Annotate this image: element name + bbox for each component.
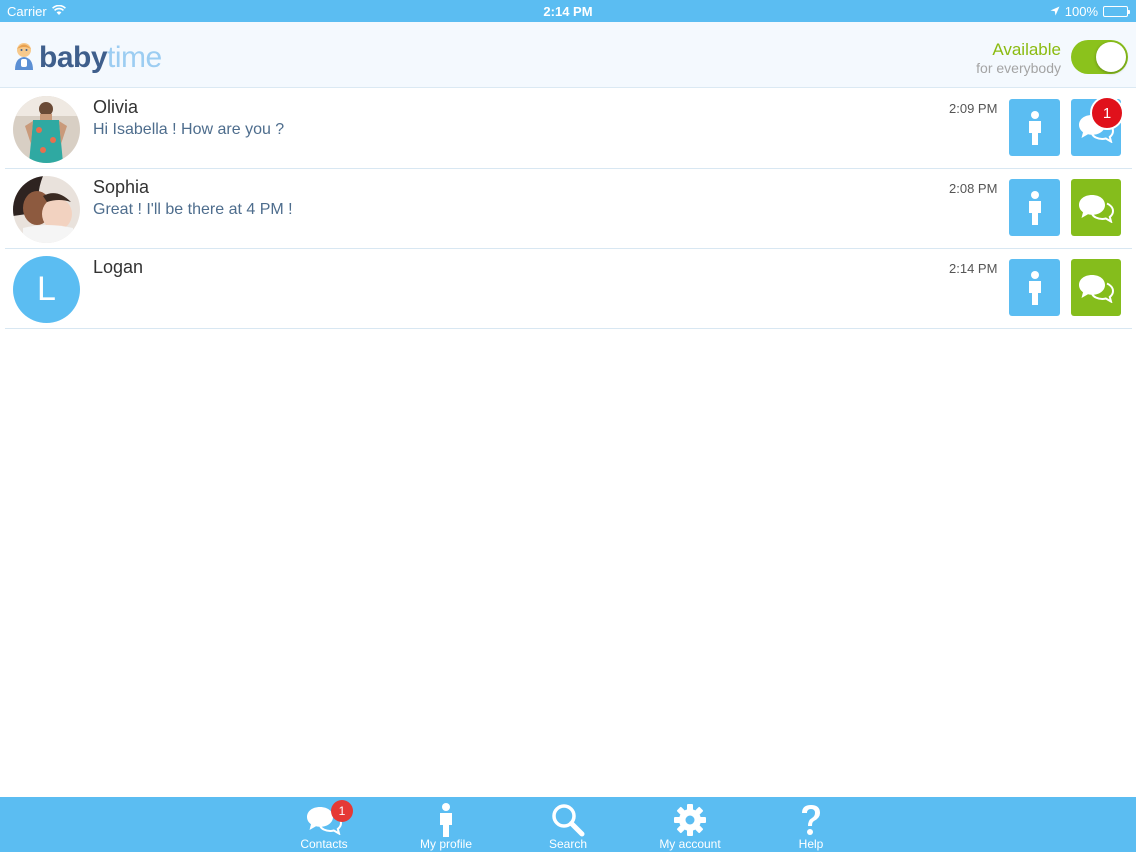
tab-search[interactable]: Search (513, 797, 623, 852)
app-screen: Carrier 2:14 PM 100% babytime Available … (0, 0, 1136, 852)
open-chat-button[interactable] (1071, 179, 1121, 236)
tab-my-profile[interactable]: My profile (391, 797, 501, 852)
gear-icon (670, 801, 710, 839)
avatar-initial: L (37, 270, 56, 308)
tab-bar: 1 Contacts My profile Search My account … (0, 797, 1136, 852)
availability-subtitle: for everybody (976, 60, 1061, 76)
message-time: 2:14 PM (949, 261, 998, 276)
view-profile-button[interactable] (1009, 99, 1060, 156)
contacts-unread-badge: 1 (331, 800, 353, 822)
availability-toggle[interactable] (1071, 40, 1128, 74)
contact-name: Olivia (93, 97, 139, 117)
availability-status: Available for everybody (976, 40, 1061, 76)
conversation-list: Olivia Hi Isabella ! How are you ? 2:09 … (0, 89, 1136, 329)
last-message: Great ! I'll be there at 4 PM ! (93, 201, 293, 218)
chat-bubbles-icon (1079, 274, 1114, 303)
tab-my-account[interactable]: My account (635, 797, 745, 852)
tab-contacts[interactable]: 1 Contacts (269, 797, 379, 852)
help-icon (791, 801, 831, 839)
message-time: 2:09 PM (949, 101, 998, 116)
avatar-photo-icon (13, 176, 80, 243)
status-right: 100% (1050, 4, 1130, 19)
person-icon (426, 801, 466, 839)
message-time: 2:08 PM (949, 181, 998, 196)
tab-label: Help (798, 837, 824, 851)
tab-help[interactable]: Help (756, 797, 866, 852)
avatar[interactable] (13, 96, 80, 163)
battery-percent: 100% (1064, 4, 1098, 19)
tab-label: My account (659, 837, 721, 851)
conversation-row[interactable]: Olivia Hi Isabella ! How are you ? 2:09 … (5, 89, 1132, 169)
baby-logo-icon (12, 41, 36, 76)
logo-wordmark: babytime (39, 40, 162, 76)
avatar[interactable] (13, 176, 80, 243)
open-chat-button[interactable] (1071, 259, 1121, 316)
logo-word-baby: baby (39, 41, 108, 74)
status-bar: Carrier 2:14 PM 100% (0, 0, 1136, 22)
contact-name: Logan (93, 257, 144, 277)
tab-label: My profile (419, 837, 472, 851)
location-arrow-icon (1050, 4, 1060, 19)
toggle-knob (1096, 42, 1126, 72)
avatar[interactable]: L (13, 256, 80, 323)
avatar-photo-icon (13, 96, 80, 163)
view-profile-button[interactable] (1009, 259, 1060, 316)
tab-label: Search (548, 837, 588, 851)
availability-title: Available (992, 40, 1061, 59)
last-message: Hi Isabella ! How are you ? (93, 121, 285, 138)
conversation-row[interactable]: Sophia Great ! I'll be there at 4 PM ! 2… (5, 169, 1132, 249)
status-time: 2:14 PM (543, 4, 593, 19)
contact-name: Sophia (93, 177, 150, 197)
person-icon (1028, 190, 1041, 225)
search-icon (548, 801, 588, 839)
logo-word-time: time (107, 41, 162, 74)
view-profile-button[interactable] (1009, 179, 1060, 236)
unread-badge: 1 (1090, 96, 1124, 130)
tab-label: Contacts (300, 837, 348, 851)
app-logo: babytime (12, 40, 162, 76)
app-header: babytime Available for everybody (0, 22, 1136, 88)
person-icon (1028, 270, 1041, 305)
person-icon (1028, 110, 1041, 145)
chat-bubbles-icon (1079, 194, 1114, 223)
battery-icon (1103, 6, 1130, 17)
conversation-row[interactable]: L Logan 2:14 PM (5, 249, 1132, 329)
